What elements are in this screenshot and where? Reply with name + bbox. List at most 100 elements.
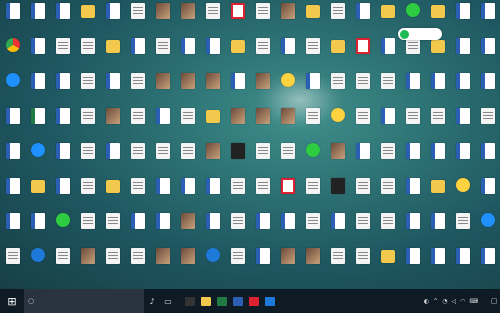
desktop-icon[interactable] <box>100 107 125 141</box>
desktop-icon[interactable] <box>325 2 350 36</box>
desktop-icon[interactable] <box>400 247 425 281</box>
desktop-icon[interactable] <box>0 247 25 281</box>
desktop-icon[interactable] <box>175 37 200 71</box>
desktop-icon[interactable] <box>225 247 250 281</box>
desktop-icon[interactable] <box>300 177 325 211</box>
desktop-icon[interactable] <box>375 247 400 281</box>
desktop-icon[interactable] <box>275 107 300 141</box>
desktop-icon[interactable] <box>275 212 300 246</box>
desktop-icon[interactable] <box>225 142 250 176</box>
desktop-icon[interactable] <box>400 107 425 141</box>
desktop-icon[interactable] <box>150 37 175 71</box>
desktop-icon[interactable] <box>100 212 125 246</box>
desktop-icon[interactable] <box>0 72 25 106</box>
desktop-icon[interactable] <box>200 2 225 36</box>
desktop-icon[interactable] <box>250 37 275 71</box>
desktop-icon[interactable] <box>425 247 450 281</box>
desktop-icon[interactable] <box>0 142 25 176</box>
desktop-icon[interactable] <box>200 247 225 281</box>
desktop-icon[interactable] <box>450 247 475 281</box>
desktop-icon[interactable] <box>325 247 350 281</box>
desktop-icon[interactable] <box>25 142 50 176</box>
desktop-icon[interactable] <box>150 107 175 141</box>
desktop-icon[interactable] <box>300 212 325 246</box>
desktop-icon[interactable] <box>375 72 400 106</box>
desktop-icon[interactable] <box>275 72 300 106</box>
desktop-icon[interactable] <box>325 177 350 211</box>
desktop-icon[interactable] <box>350 2 375 36</box>
desktop-icon[interactable] <box>225 177 250 211</box>
desktop-icon[interactable] <box>375 177 400 211</box>
desktop-icon[interactable] <box>325 107 350 141</box>
desktop-icon[interactable] <box>50 37 75 71</box>
desktop-icon[interactable] <box>225 37 250 71</box>
desktop-icon[interactable] <box>275 247 300 281</box>
desktop-icon[interactable] <box>150 212 175 246</box>
desktop-icon[interactable] <box>125 212 150 246</box>
wifi-icon[interactable]: ◠ <box>460 298 465 305</box>
desktop-icon[interactable] <box>100 2 125 36</box>
desktop-icon[interactable] <box>75 72 100 106</box>
desktop-icon[interactable] <box>25 37 50 71</box>
desktop-icon[interactable] <box>125 37 150 71</box>
desktop-icon[interactable] <box>250 72 275 106</box>
microphone-button[interactable]: ♪ <box>144 289 160 313</box>
pinned-app[interactable] <box>262 289 278 313</box>
desktop-icon[interactable] <box>125 142 150 176</box>
desktop-icon[interactable] <box>125 2 150 36</box>
desktop-icon[interactable] <box>150 72 175 106</box>
desktop-icon[interactable] <box>375 107 400 141</box>
desktop-icon[interactable] <box>300 247 325 281</box>
desktop-icon[interactable] <box>300 107 325 141</box>
desktop-icon[interactable] <box>425 72 450 106</box>
desktop-icon[interactable] <box>150 142 175 176</box>
desktop-icon[interactable] <box>300 37 325 71</box>
desktop-icon[interactable] <box>475 37 500 71</box>
desktop-icon[interactable] <box>200 107 225 141</box>
desktop-icon[interactable] <box>350 107 375 141</box>
desktop-icon[interactable] <box>250 2 275 36</box>
desktop-icon[interactable] <box>475 142 500 176</box>
desktop-icon[interactable] <box>125 72 150 106</box>
desktop-icon[interactable] <box>450 212 475 246</box>
pinned-app[interactable] <box>214 289 230 313</box>
desktop-icon[interactable] <box>100 72 125 106</box>
desktop-icon[interactable] <box>0 107 25 141</box>
people-icon[interactable]: ◐ <box>424 298 429 305</box>
desktop-icon[interactable] <box>75 37 100 71</box>
chevron-up-icon[interactable]: ^ <box>433 298 438 305</box>
spotify-popup[interactable] <box>398 28 442 40</box>
desktop-icon[interactable] <box>0 177 25 211</box>
desktop-icon[interactable] <box>425 177 450 211</box>
desktop-icon[interactable] <box>225 72 250 106</box>
desktop-icon[interactable] <box>275 142 300 176</box>
task-view-button[interactable]: ▭ <box>160 289 176 313</box>
desktop-icon[interactable] <box>25 212 50 246</box>
desktop-icon[interactable] <box>250 142 275 176</box>
desktop-icon[interactable] <box>150 247 175 281</box>
desktop-icon[interactable] <box>75 177 100 211</box>
desktop-icon[interactable] <box>200 142 225 176</box>
desktop-icon[interactable] <box>50 142 75 176</box>
desktop-icon[interactable] <box>325 142 350 176</box>
desktop-icon[interactable] <box>325 37 350 71</box>
desktop-icon[interactable] <box>25 177 50 211</box>
desktop-icon[interactable] <box>350 37 375 71</box>
desktop-icon[interactable] <box>275 37 300 71</box>
desktop-icon[interactable] <box>100 247 125 281</box>
desktop-icon[interactable] <box>325 212 350 246</box>
desktop-icon[interactable] <box>0 37 25 71</box>
desktop-icon[interactable] <box>300 142 325 176</box>
desktop-icon[interactable] <box>75 247 100 281</box>
desktop-icon[interactable] <box>450 2 475 36</box>
desktop-icon[interactable] <box>475 247 500 281</box>
desktop-icon[interactable] <box>425 107 450 141</box>
desktop-icon[interactable] <box>200 72 225 106</box>
desktop-icon[interactable] <box>75 212 100 246</box>
desktop-icon[interactable] <box>25 72 50 106</box>
desktop-icon[interactable] <box>125 247 150 281</box>
desktop-icon[interactable] <box>150 177 175 211</box>
desktop-icon[interactable] <box>200 37 225 71</box>
network-icon[interactable]: ◔ <box>442 298 447 305</box>
desktop-icon[interactable] <box>50 247 75 281</box>
